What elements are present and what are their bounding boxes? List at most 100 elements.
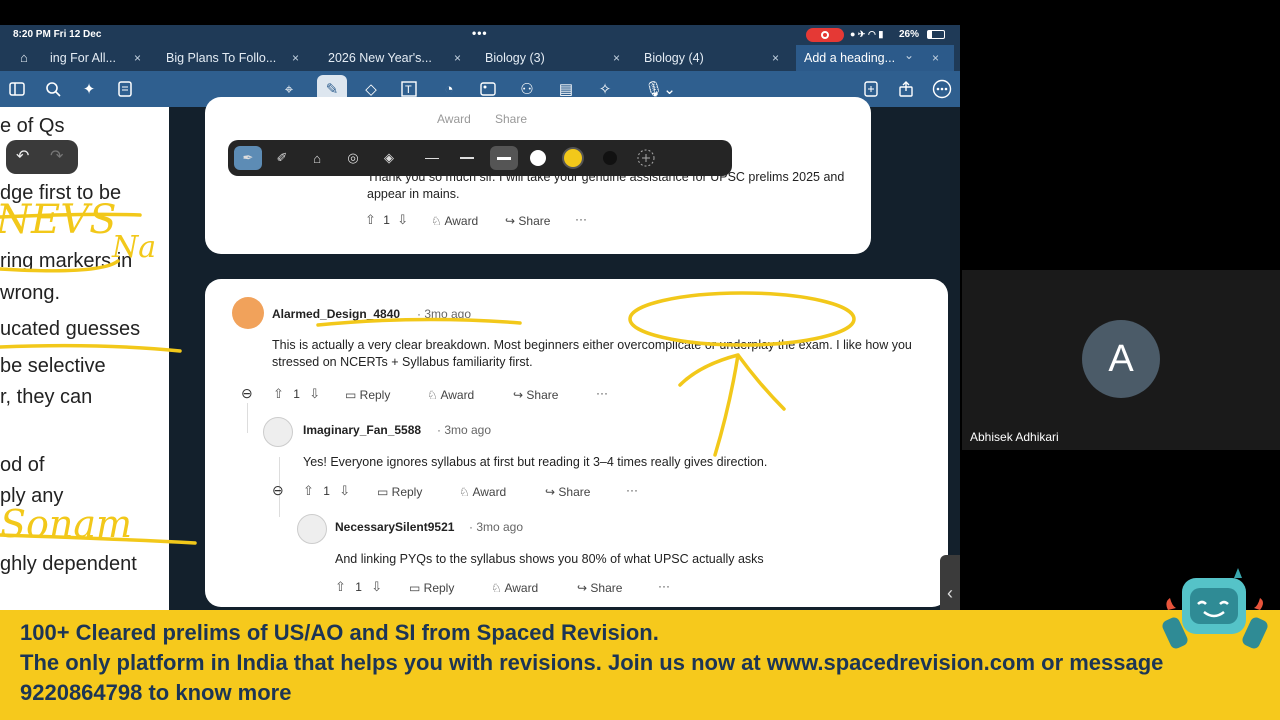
reply-button[interactable]: ▭ Reply [377, 485, 422, 499]
yellow-color-swatch[interactable] [561, 146, 585, 170]
close-icon[interactable]: × [613, 45, 620, 71]
close-icon[interactable]: × [932, 45, 939, 71]
white-color-swatch[interactable] [526, 146, 550, 170]
redo-icon[interactable]: ↷ [50, 146, 63, 166]
share-button[interactable]: ↪ Share [505, 214, 550, 228]
close-icon[interactable]: × [454, 45, 461, 71]
thick-stroke-option[interactable] [490, 146, 518, 170]
share-icon[interactable] [895, 78, 917, 100]
close-icon[interactable]: × [772, 45, 779, 71]
upvote-icon[interactable]: ⇧ [273, 386, 284, 402]
page-text: ghly dependent [0, 553, 137, 575]
tab-label: 2026 New Year's... [328, 51, 432, 65]
more-icon[interactable] [931, 78, 953, 100]
avatar [297, 514, 327, 544]
vote-control: ⇧ 1 ⇩ [365, 212, 408, 228]
share-button[interactable]: ↪ Share [513, 388, 558, 402]
search-icon[interactable] [42, 78, 64, 100]
downvote-icon[interactable]: ⇩ [309, 386, 320, 402]
magic-icon[interactable]: ✦ [78, 78, 100, 100]
more-options-icon[interactable]: ··· [658, 579, 670, 593]
award-icon: ♘ [431, 214, 445, 228]
close-icon[interactable]: × [292, 45, 299, 71]
reply-button[interactable]: ▭ Reply [409, 581, 454, 595]
tab-1[interactable]: ing For All... × [42, 45, 158, 71]
downvote-icon[interactable]: ⇩ [371, 579, 382, 595]
promo-banner: 100+ Cleared prelims of US/AO and SI fro… [0, 610, 1280, 720]
add-color-icon[interactable] [634, 146, 658, 170]
status-bar: 8:20 PM Fri 12 Dec ••• ● ✈ ◠ ▮ 26% [0, 25, 960, 45]
note-canvas[interactable]: e of Qs dge first to be ring markers in … [0, 97, 960, 610]
share-icon: ↪ [545, 485, 559, 499]
home-icon[interactable]: ⌂ [20, 50, 28, 65]
document-icon[interactable] [114, 78, 136, 100]
collapse-icon[interactable]: ⊖ [272, 482, 284, 499]
more-options-icon[interactable]: ··· [626, 483, 638, 497]
page-text: ucated guesses [0, 318, 141, 340]
tab-4[interactable]: Biology (3) × [477, 45, 627, 71]
tape-icon[interactable]: ◎ [341, 146, 365, 170]
award-button[interactable]: ♘ Award [491, 581, 538, 595]
upvote-icon[interactable]: ⇧ [303, 483, 314, 499]
thin-stroke-option[interactable] [420, 146, 444, 170]
thread-line [247, 403, 248, 433]
vote-count: 1 [383, 213, 390, 227]
timestamp: · 3mo ago [437, 423, 492, 437]
award-button[interactable]: ♘ Award [459, 485, 506, 499]
chevron-down-icon[interactable]: ⌄ [904, 42, 914, 68]
share-button[interactable]: ↪ Share [545, 485, 590, 499]
banner-line: 100+ Cleared prelims of US/AO and SI fro… [20, 620, 659, 645]
timestamp: · 3mo ago [417, 307, 472, 321]
tab-5[interactable]: Biology (4) × [636, 45, 786, 71]
add-page-icon[interactable] [860, 78, 882, 100]
collapse-icon[interactable]: ⊖ [241, 385, 253, 402]
upvote-icon[interactable]: ⇧ [365, 212, 376, 228]
upvote-icon[interactable]: ⇧ [335, 579, 346, 595]
username[interactable]: NecessarySilent9521 [335, 520, 454, 534]
reply-label: Reply [391, 485, 423, 499]
black-color-swatch[interactable] [598, 146, 622, 170]
avatar [263, 417, 293, 447]
award-button[interactable]: ♘ Award [427, 388, 474, 402]
username[interactable]: Alarmed_Design_4840 [272, 307, 400, 321]
sidebar-toggle[interactable]: ‹ [940, 555, 960, 610]
status-icons: ● ✈ ◠ ▮ [850, 29, 884, 39]
left-page: e of Qs dge first to be ring markers in … [0, 107, 169, 610]
medium-stroke-option[interactable] [455, 146, 479, 170]
downvote-icon[interactable]: ⇩ [397, 212, 408, 228]
more-options-icon[interactable]: ··· [575, 212, 587, 226]
undo-icon[interactable]: ↶ [16, 146, 29, 166]
vote-count: 1 [323, 484, 330, 498]
highlighter-icon[interactable]: ⌂ [305, 146, 329, 170]
share-icon: ↪ [505, 214, 519, 228]
tab-6-active[interactable]: Add a heading... ⌄ × [796, 45, 954, 71]
shape-pen-icon[interactable]: ◈ [377, 146, 401, 170]
comment-text: Yes! Everyone ignores syllabus at first … [303, 455, 768, 469]
tab-3[interactable]: 2026 New Year's... × [320, 45, 470, 71]
award-label: Award [504, 581, 539, 595]
fountain-pen-icon[interactable]: ✒ [234, 146, 262, 170]
pen-tool-palette: ✒ ✐ ⌂ ◎ ◈ [228, 140, 732, 176]
page-text: r, they can [0, 386, 93, 408]
share-button[interactable]: ↪ Share [577, 581, 622, 595]
multitask-dots[interactable]: ••• [472, 26, 488, 40]
share-icon: ↪ [577, 581, 591, 595]
battery-percent: 26% [899, 29, 920, 40]
battery-icon [927, 30, 945, 39]
tab-label: Biology (3) [485, 51, 545, 65]
downvote-icon[interactable]: ⇩ [339, 483, 350, 499]
tab-label: ing For All... [50, 51, 116, 65]
more-options-icon[interactable]: ··· [596, 386, 608, 400]
page-text: ply any [0, 485, 64, 507]
sidebar-icon[interactable] [6, 78, 28, 100]
award-button[interactable]: ♘ Award [431, 214, 478, 228]
close-icon[interactable]: × [134, 45, 141, 71]
recording-indicator [806, 28, 844, 42]
banner-line: The only platform in India that helps yo… [20, 650, 1164, 675]
tab-2[interactable]: Big Plans To Follo... × [158, 45, 312, 71]
tab-label: Biology (4) [644, 51, 704, 65]
username[interactable]: Imaginary_Fan_5588 [303, 423, 421, 437]
share-label: Share [558, 485, 591, 499]
reply-button[interactable]: ▭ Reply [345, 388, 390, 402]
ballpoint-pen-icon[interactable]: ✐ [270, 146, 294, 170]
